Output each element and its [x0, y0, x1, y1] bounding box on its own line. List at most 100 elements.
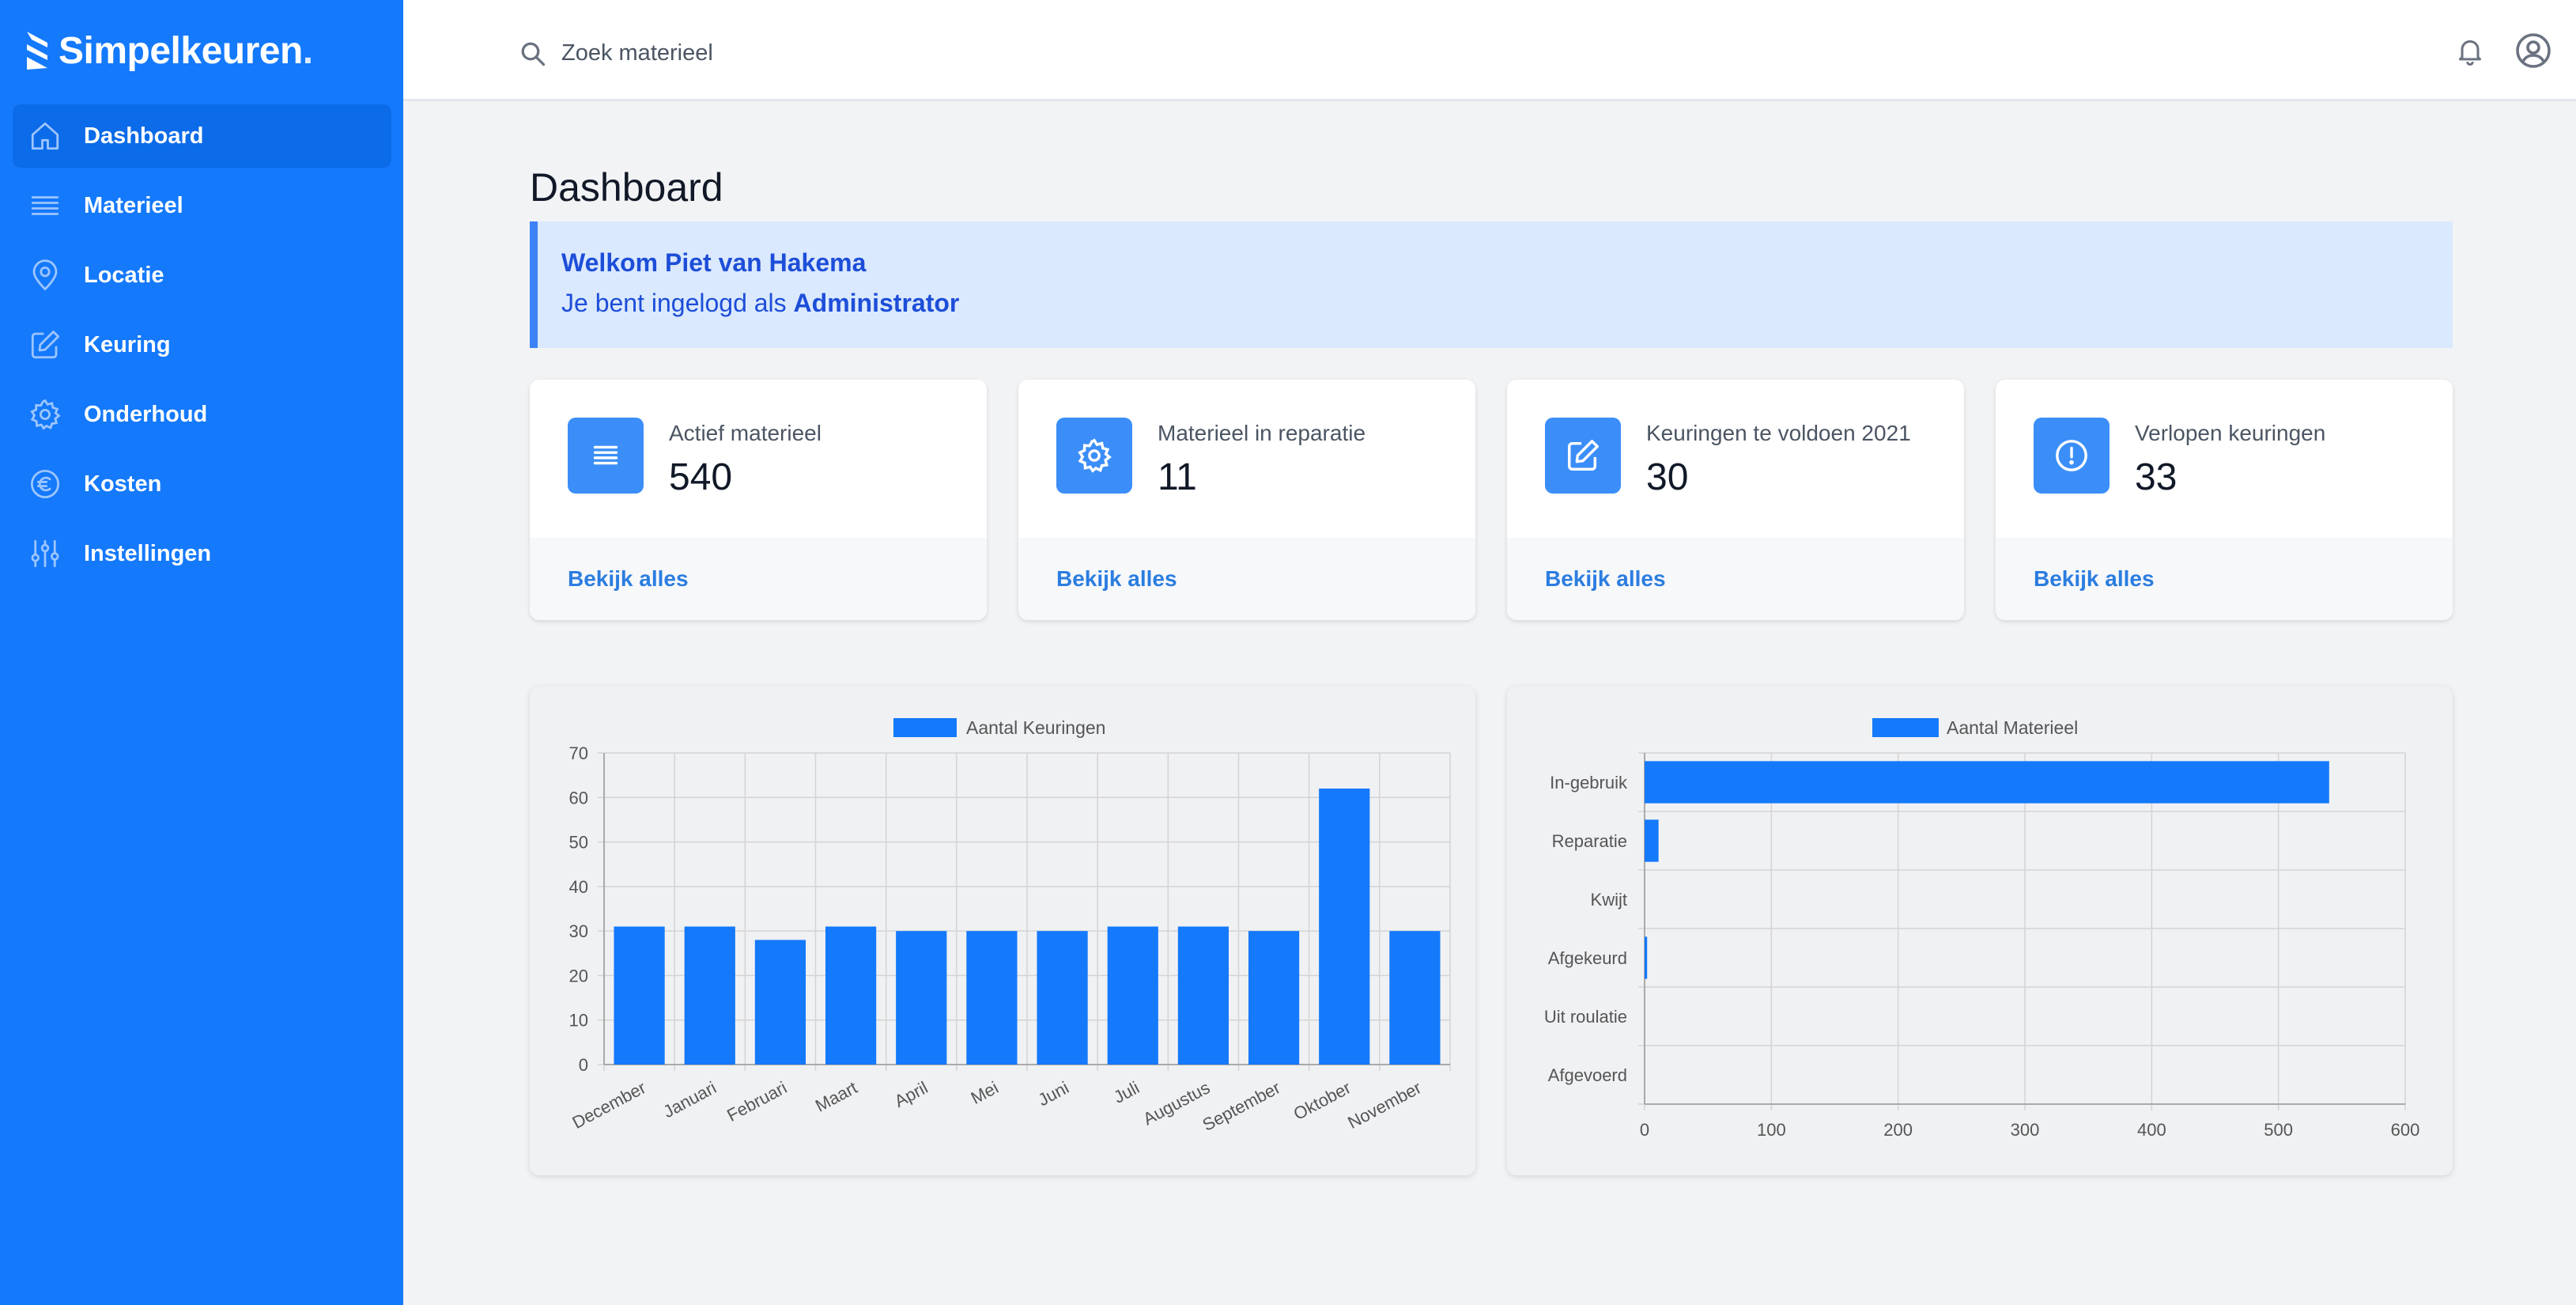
welcome-title: Welkom Piet van Hakema [561, 248, 867, 277]
bar-december [614, 926, 665, 1065]
bell-icon[interactable] [2454, 35, 2486, 66]
topbar [403, 0, 2576, 101]
y-tick-label: 60 [569, 788, 588, 808]
list-icon [28, 188, 84, 223]
bar-november [1389, 931, 1441, 1065]
sidebar-item-label: Dashboard [84, 123, 204, 149]
x-tick-label: December [569, 1077, 649, 1133]
logo-icon [27, 32, 47, 70]
bar-juni [1037, 931, 1088, 1065]
brand-dot: . [302, 29, 314, 72]
bar-juli [1107, 926, 1158, 1065]
y-tick-label: 0 [579, 1055, 588, 1075]
bar-april [896, 931, 947, 1065]
legend-swatch [893, 718, 957, 737]
x-tick-label: November [1344, 1077, 1424, 1133]
bar-augustus [1177, 926, 1229, 1065]
page-title: Dashboard [530, 165, 723, 210]
bar-mei [966, 931, 1018, 1065]
x-tick-label: 600 [2391, 1120, 2420, 1140]
gear-icon [1056, 418, 1132, 494]
x-tick-label: 0 [1640, 1120, 1649, 1140]
stat-label: Actief materieel [669, 421, 822, 445]
y-tick-label: Uit roulatie [1544, 1007, 1627, 1027]
search-input[interactable] [561, 33, 1273, 73]
user-account-icon[interactable] [2514, 32, 2552, 70]
view-all-link[interactable]: Bekijk alles [2034, 566, 2155, 592]
welcome-subtitle: Je bent ingelogd als Administrator [561, 289, 2429, 318]
sidebar-item-keuring[interactable]: Keuring [13, 313, 391, 376]
x-tick-label: Juli [1110, 1077, 1143, 1107]
alert-icon [2034, 418, 2110, 494]
sidebar-nav: Dashboard Materieel Locatie Keuring Onde… [13, 104, 391, 592]
y-tick-label: 10 [569, 1011, 588, 1031]
x-tick-label: Februari [723, 1077, 790, 1125]
stat-card-verlopen-keuringen: Verlopen keuringen 33 Bekijk alles [1996, 380, 2453, 620]
y-tick-label: 50 [569, 833, 588, 853]
y-tick-label: 40 [569, 877, 588, 897]
x-tick-label: 300 [2011, 1120, 2040, 1140]
bar-januari [684, 926, 735, 1065]
brand-name: Simpelkeuren [59, 29, 303, 72]
sliders-icon [28, 536, 84, 571]
list-icon [568, 418, 644, 494]
chart-card-materieel: Aantal Materieel 0 100 200 300 400 500 600 In-ge… [1507, 687, 2453, 1175]
brand-logo[interactable]: Simpelkeuren. [24, 28, 313, 73]
sidebar-item-dashboard[interactable]: Dashboard [13, 104, 391, 168]
view-all-link[interactable]: Bekijk alles [1056, 566, 1177, 592]
x-tick-label: September [1199, 1077, 1284, 1135]
search-icon [521, 42, 546, 66]
x-tick-label: 500 [2264, 1120, 2293, 1140]
bar-oktober [1319, 789, 1370, 1065]
stat-value: 11 [1158, 456, 1197, 498]
home-icon [28, 119, 84, 153]
stat-value: 33 [2135, 456, 2178, 498]
y-tick-label: Afgevoerd [1548, 1065, 1627, 1085]
x-tick-label: 200 [1883, 1120, 1913, 1140]
x-tick-label: Oktober [1290, 1077, 1354, 1124]
edit-icon [28, 327, 84, 362]
y-tick-label: 30 [569, 921, 588, 941]
y-tick-label: Reparatie [1552, 831, 1627, 851]
x-tick-label: Juni [1035, 1077, 1072, 1110]
y-tick-label: In-gebruik [1550, 773, 1628, 792]
y-tick-label: Afgekeurd [1548, 948, 1627, 968]
euro-icon [28, 467, 84, 501]
sidebar-item-instellingen[interactable]: Instellingen [13, 522, 391, 585]
legend-label: Aantal Keuringen [966, 717, 1105, 738]
sidebar-item-kosten[interactable]: Kosten [13, 452, 391, 516]
bar-afgekeurd [1645, 936, 1648, 979]
sidebar-item-onderhoud[interactable]: Onderhoud [13, 383, 391, 446]
sidebar-item-locatie[interactable]: Locatie [13, 244, 391, 307]
sidebar-item-label: Instellingen [84, 540, 212, 566]
stat-value: 540 [669, 456, 733, 498]
chart-card-keuringen: Aantal Keuringen 0 10 20 30 40 50 60 70 December J… [530, 687, 1475, 1175]
sidebar-item-label: Locatie [84, 262, 164, 288]
stat-label: Materieel in reparatie [1158, 421, 1366, 445]
x-tick-label: Januari [660, 1077, 720, 1122]
edit-icon [1545, 418, 1621, 494]
stat-card-actief-materieel: Actief materieel 540 Bekijk alles [530, 380, 987, 620]
sidebar-item-label: Materieel [84, 192, 183, 218]
bar-maart [825, 926, 877, 1065]
keuringen-bar-chart: Aantal Keuringen010203040506070December J… [569, 717, 1451, 1135]
view-all-link[interactable]: Bekijk alles [568, 566, 689, 592]
x-tick-label: Mei [968, 1077, 1002, 1108]
sidebar: Simpelkeuren. Dashboard Materieel Locati… [0, 0, 403, 1305]
stat-label: Verlopen keuringen [2135, 421, 2326, 445]
x-tick-label: 100 [1757, 1120, 1786, 1140]
bar-februari [754, 940, 806, 1065]
welcome-banner: Welkom Piet van Hakema Je bent ingelogd … [530, 221, 2453, 348]
bar-in-gebruik [1645, 761, 2329, 804]
x-tick-label: April [891, 1077, 931, 1111]
x-tick-label: 400 [2137, 1120, 2166, 1140]
stat-label: Keuringen te voldoen 2021 [1646, 421, 1911, 445]
user-role: Administrator [793, 289, 960, 317]
stat-card-keuringen-te-voldoen: Keuringen te voldoen 2021 30 Bekijk alle… [1507, 380, 1964, 620]
y-tick-label: Kwijt [1591, 890, 1627, 910]
sidebar-item-label: Keuring [84, 331, 171, 357]
y-tick-label: 20 [569, 966, 588, 985]
sidebar-item-materieel[interactable]: Materieel [13, 174, 391, 237]
view-all-link[interactable]: Bekijk alles [1545, 566, 1666, 592]
x-tick-label: Maart [812, 1077, 860, 1115]
